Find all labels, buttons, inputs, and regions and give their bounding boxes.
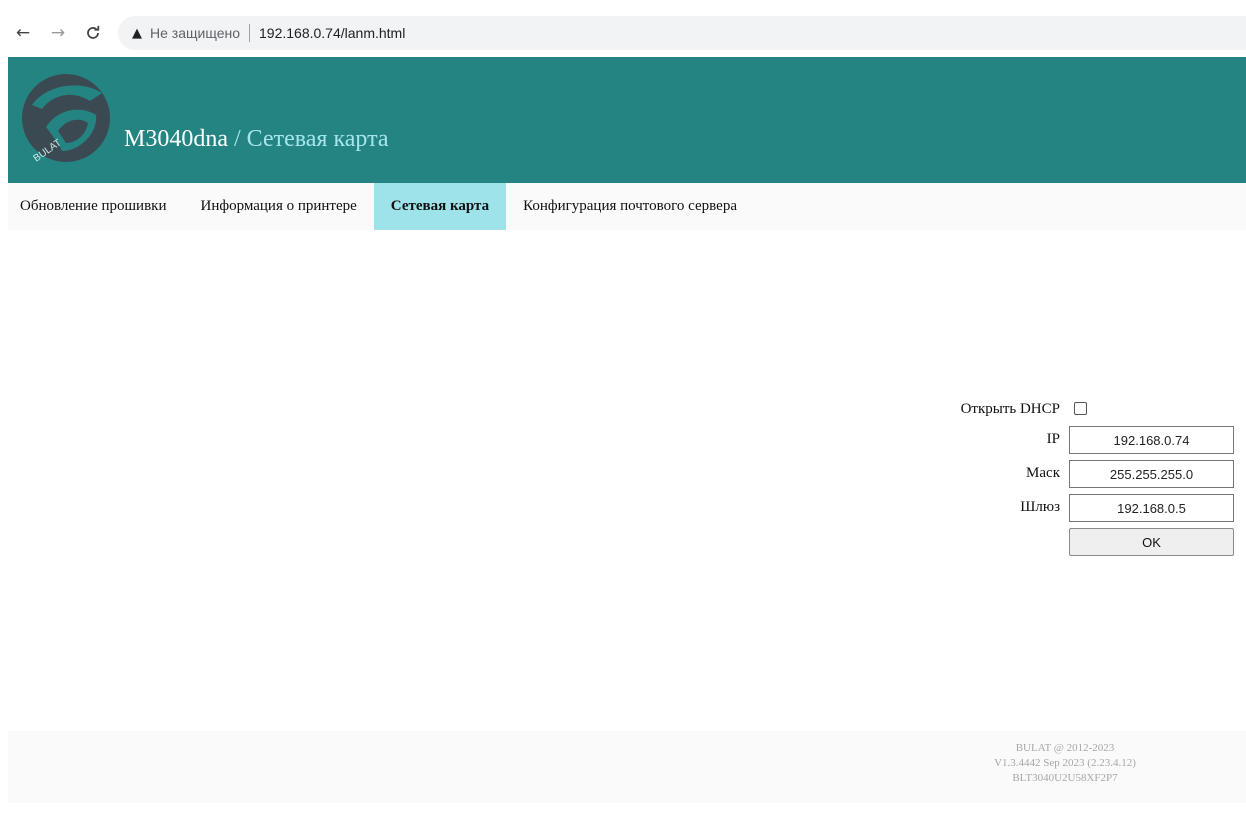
reload-icon[interactable] [82, 22, 104, 44]
footer-info: BULAT @ 2012-2023 V1.3.4442 Sep 2023 (2.… [938, 741, 1192, 786]
dhcp-checkbox[interactable] [1074, 402, 1087, 415]
menu-item-mail-server-config[interactable]: Конфигурация почтового сервера [506, 183, 754, 230]
menu-item-printer-info[interactable]: Информация о принтере [183, 183, 373, 230]
forward-arrow-icon[interactable]: → [47, 22, 69, 44]
ok-button[interactable]: OK [1069, 528, 1234, 556]
gateway-input[interactable] [1069, 494, 1234, 522]
security-label: Не защищено [150, 25, 240, 41]
page-header: BULAT M3040dna / Сетевая карта [8, 57, 1246, 183]
page-footer: BULAT @ 2012-2023 V1.3.4442 Sep 2023 (2.… [8, 731, 1246, 803]
page-title: M3040dna / Сетевая карта [124, 126, 389, 153]
address-separator [249, 24, 250, 42]
dhcp-label: Открыть DHCP [960, 401, 1060, 417]
main-menu: Обновление прошивки Информация о принтер… [8, 183, 1246, 230]
model-name: M3040dna [124, 126, 228, 152]
serial-number-text: BLT3040U2U58XF2P7 [1012, 772, 1118, 784]
version-text: V1.3.4442 Sep 2023 (2.23.4.12) [994, 757, 1136, 769]
menu-item-network-card[interactable]: Сетевая карта [373, 183, 507, 230]
gateway-label: Шлюз [1020, 499, 1060, 515]
url-text: 192.168.0.74/lanm.html [259, 25, 406, 41]
copyright-text: BULAT @ 2012-2023 [1015, 742, 1115, 754]
bulat-logo-icon: BULAT [22, 74, 110, 164]
section-name: Сетевая карта [246, 126, 389, 152]
mask-input[interactable] [1069, 460, 1234, 488]
mask-label: Маск [1026, 465, 1060, 481]
address-bar[interactable]: ▲ Не защищено 192.168.0.74/lanm.html [118, 16, 1246, 50]
ip-input[interactable] [1069, 426, 1234, 454]
menu-item-firmware-update[interactable]: Обновление прошивки [8, 183, 183, 230]
warning-icon: ▲ [132, 25, 142, 41]
browser-toolbar: ← → ▲ Не защищено 192.168.0.74/lanm.html [0, 10, 1246, 56]
ip-label: IP [1046, 431, 1060, 447]
title-separator: / [228, 126, 247, 152]
back-arrow-icon[interactable]: ← [12, 22, 34, 44]
